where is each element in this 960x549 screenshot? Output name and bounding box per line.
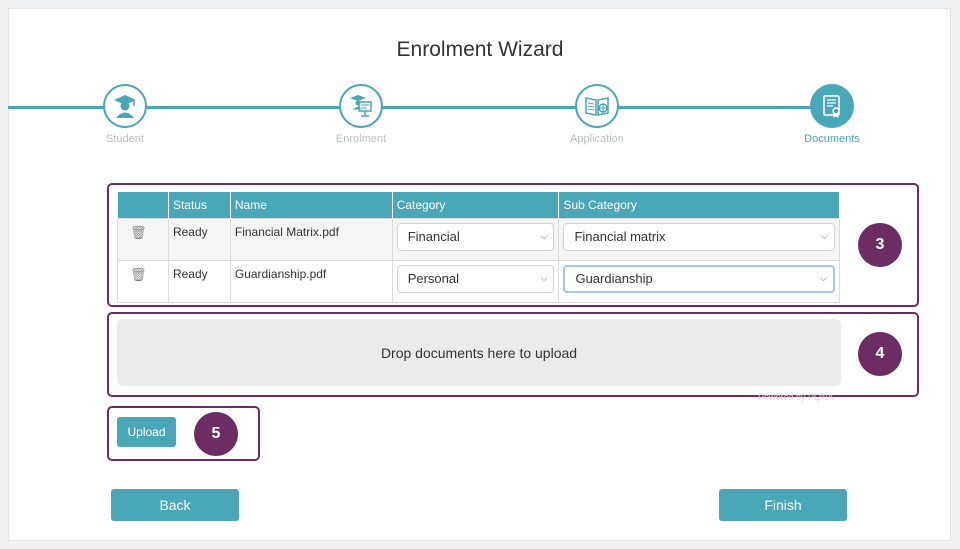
documents-table: Status Name Category Sub Category 🗑 Read… xyxy=(117,192,840,303)
table-cell-name: Guardianship.pdf xyxy=(229,259,393,303)
step-label-enrolment: Enrolment xyxy=(335,133,387,145)
column-header-sub-category: Sub Category xyxy=(558,192,840,218)
table-cell-actions: 🗑 xyxy=(117,217,169,261)
table-cell-status: Ready xyxy=(167,217,231,261)
table-header-row: Status Name Category Sub Category xyxy=(117,192,840,218)
table-cell-name: Financial Matrix.pdf xyxy=(229,217,393,261)
column-header-name: Name xyxy=(230,192,393,218)
column-header-category: Category xyxy=(392,192,560,218)
student-icon xyxy=(103,84,147,128)
category-select-value: Personal xyxy=(407,271,459,286)
step-label-application: Application xyxy=(570,133,624,145)
step-label-documents: Documents xyxy=(804,133,860,145)
dropzone[interactable]: Drop documents here to upload xyxy=(117,319,841,386)
sub-category-select[interactable]: Financial matrix ⌵ xyxy=(563,222,835,251)
dropzone-text: Drop documents here to upload xyxy=(380,344,578,361)
page-title: Enrolment Wizard xyxy=(396,38,564,61)
chevron-down-icon: ⌵ xyxy=(540,231,548,241)
trash-icon[interactable]: 🗑 xyxy=(122,267,164,283)
chevron-down-icon: ⌵ xyxy=(540,273,548,283)
callout-badge-dropzone: 4 xyxy=(858,332,902,376)
table-cell-sub-category: Financial matrix ⌵ xyxy=(558,217,840,261)
category-select-value: Financial xyxy=(407,229,460,244)
column-header-status: Status xyxy=(168,192,231,218)
step-documents[interactable]: Documents xyxy=(772,84,892,145)
table-row: 🗑 Ready Financial Matrix.pdf Financial ⌵… xyxy=(117,217,840,261)
callout-badge-table: 3 xyxy=(858,223,902,267)
table-cell-category: Personal ⌵ xyxy=(391,259,560,303)
sub-category-select[interactable]: Guardianship ⌵ xyxy=(563,264,835,293)
back-button[interactable]: Back xyxy=(111,489,239,521)
teacher-board-icon xyxy=(339,84,383,128)
certificate-icon xyxy=(810,84,854,128)
category-select[interactable]: Personal ⌵ xyxy=(396,264,555,293)
step-enrolment[interactable]: Enrolment xyxy=(301,84,421,145)
chevron-down-icon: ⌵ xyxy=(820,273,827,283)
step-label-student: Student xyxy=(106,133,144,145)
table-cell-sub-category: Guardianship ⌵ xyxy=(558,259,840,303)
category-select[interactable]: Financial ⌵ xyxy=(396,222,555,251)
callout-badge-upload: 5 xyxy=(194,412,238,456)
book-globe-icon xyxy=(575,84,619,128)
trash-icon[interactable]: 🗑 xyxy=(122,225,164,241)
table-cell-category: Financial ⌵ xyxy=(391,217,560,261)
step-student[interactable]: Student xyxy=(65,84,185,145)
table-row: 🗑 Ready Guardianship.pdf Personal ⌵ Guar… xyxy=(117,259,840,303)
column-header-actions xyxy=(117,192,169,218)
sub-category-select-value: Guardianship xyxy=(575,271,653,286)
table-cell-status: Ready xyxy=(167,259,231,303)
finish-button[interactable]: Finish xyxy=(719,489,847,521)
powered-by-text: Powered by PQNA xyxy=(758,392,834,402)
sub-category-select-value: Financial matrix xyxy=(574,229,666,244)
chevron-down-icon: ⌵ xyxy=(821,231,828,241)
upload-button[interactable]: Upload xyxy=(117,417,176,447)
table-cell-actions: 🗑 xyxy=(117,259,169,303)
step-application[interactable]: Application xyxy=(537,84,657,145)
